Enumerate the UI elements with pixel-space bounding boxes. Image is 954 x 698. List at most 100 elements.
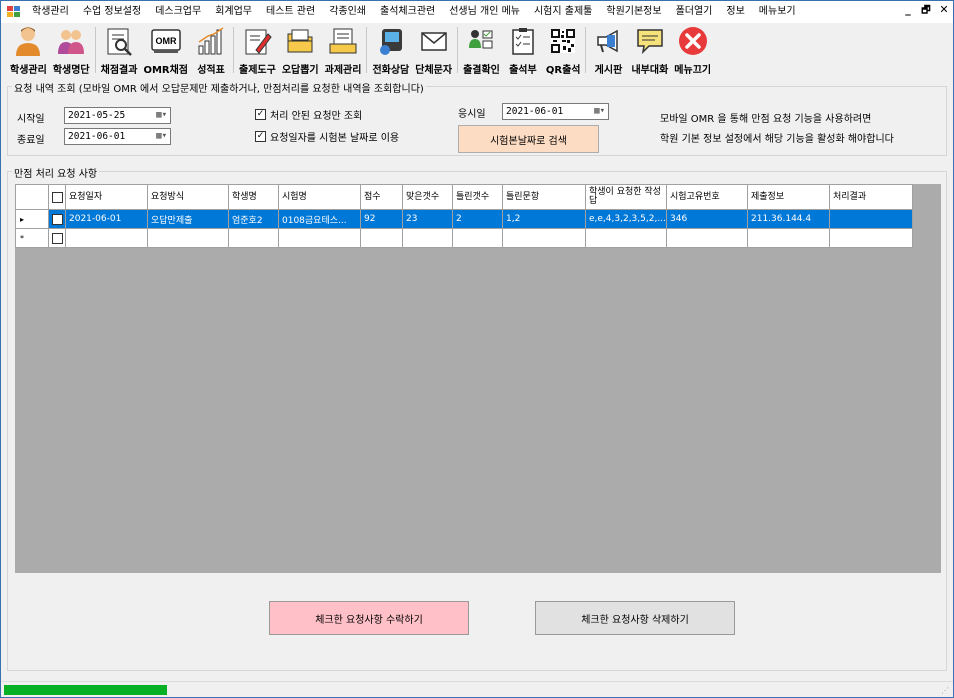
column-header[interactable]: 학생명 — [228, 184, 279, 210]
empty-cell[interactable] — [585, 228, 667, 248]
folder-icon — [283, 25, 317, 57]
tool-omr-grading[interactable]: OMR OMR채점 — [140, 23, 191, 77]
close-button[interactable]: ✕ — [939, 3, 949, 20]
empty-cell[interactable] — [747, 228, 830, 248]
checkbox-box[interactable]: ✓ — [255, 109, 266, 120]
row-header[interactable]: * — [15, 228, 49, 248]
checkbox-box[interactable] — [52, 191, 63, 203]
column-header[interactable]: 맞은갯수 — [402, 184, 453, 210]
menu-class-settings[interactable]: 수업 정보설정 — [76, 1, 148, 23]
menu-attendance[interactable]: 출석체크관련 — [373, 1, 442, 23]
tool-label: 단체문자 — [415, 65, 453, 76]
menu-view[interactable]: 메뉴보기 — [752, 1, 803, 23]
cell-wrong-count[interactable]: 2 — [452, 209, 503, 229]
cell-student[interactable]: 엄준호2 — [228, 209, 279, 229]
menu-print[interactable]: 각종인쇄 — [322, 1, 373, 23]
empty-cell[interactable] — [829, 228, 913, 248]
calendar-dropdown-icon[interactable]: ▦▾ — [156, 131, 167, 141]
column-header[interactable]: 시험명 — [278, 184, 361, 210]
checkbox-label: 처리 안된 요청만 조회 — [270, 111, 363, 122]
calendar-dropdown-icon[interactable]: ▦▾ — [156, 110, 167, 120]
select-all-checkbox-cell[interactable] — [48, 184, 66, 210]
exam-date-picker[interactable]: 2021-06-01 ▦▾ — [502, 103, 609, 120]
menu-teacher[interactable]: 선생님 개인 메뉴 — [442, 1, 527, 23]
menu-student[interactable]: 학생관리 — [25, 1, 76, 23]
menu-info[interactable]: 정보 — [719, 1, 751, 23]
menu-accounting[interactable]: 회계업무 — [208, 1, 259, 23]
empty-cell[interactable] — [402, 228, 453, 248]
empty-cell[interactable] — [502, 228, 586, 248]
menu-exam-tool[interactable]: 시험지 출제툴 — [527, 1, 599, 23]
tool-report-card[interactable]: 성적표 — [191, 23, 231, 77]
tool-roll-book[interactable]: 출석부 — [503, 23, 543, 77]
column-header[interactable]: 틀린갯수 — [452, 184, 503, 210]
row-checkbox-cell[interactable] — [48, 209, 66, 229]
delete-checked-button[interactable]: 체크한 요청사항 삭제하기 — [535, 601, 735, 635]
cell-exam-name[interactable]: 0108금요테스... — [278, 209, 361, 229]
use-request-date-checkbox[interactable]: ✓ 요청일자를 시험본 날짜로 이용 — [255, 129, 399, 144]
tool-student-manage[interactable]: 학생관리 — [7, 23, 50, 77]
column-header[interactable]: 처리결과 — [829, 184, 913, 210]
menu-open-folder[interactable]: 폴더열기 — [669, 1, 720, 23]
resize-grip-icon[interactable]: ⋰ — [941, 686, 949, 695]
cell-correct-count[interactable]: 23 — [402, 209, 453, 229]
empty-cell[interactable] — [666, 228, 748, 248]
column-header[interactable]: 점수 — [360, 184, 403, 210]
column-header[interactable]: 학생이 요청한 작성 답 — [585, 184, 667, 210]
checkbox-box[interactable] — [52, 232, 63, 244]
cell-student-answers[interactable]: e,e,4,3,2,3,5,2,... — [585, 209, 667, 229]
column-header[interactable]: 요청일자 — [65, 184, 148, 210]
restore-button[interactable]: 🗗 — [921, 3, 931, 20]
clipboard-icon — [506, 25, 540, 57]
cell-wrong-items[interactable]: 1,2 — [502, 209, 586, 229]
minimize-button[interactable]: _ — [903, 3, 913, 20]
cell-request-method[interactable]: 오답만제출 — [147, 209, 229, 229]
empty-cell[interactable] — [228, 228, 279, 248]
menu-test[interactable]: 테스트 관련 — [259, 1, 322, 23]
new-table-row[interactable]: * — [15, 228, 913, 248]
tool-homework[interactable]: 과제관리 — [322, 23, 365, 77]
menu-academy-info[interactable]: 학원기본정보 — [599, 1, 668, 23]
row-checkbox-cell[interactable] — [48, 228, 66, 248]
empty-cell[interactable] — [278, 228, 361, 248]
column-header[interactable]: 시험고유번호 — [666, 184, 748, 210]
empty-cell[interactable] — [65, 228, 148, 248]
tool-grading-result[interactable]: 채점결과 — [98, 23, 141, 77]
cell-request-date[interactable]: 2021-06-01 — [65, 209, 148, 229]
empty-cell[interactable] — [360, 228, 403, 248]
checkbox-box[interactable] — [52, 213, 63, 225]
tool-student-list[interactable]: 학생명단 — [50, 23, 93, 77]
search-by-exam-date-button[interactable]: 시험본날짜로 검색 — [458, 125, 599, 153]
calendar-dropdown-icon[interactable]: ▦▾ — [594, 106, 605, 116]
requests-grid[interactable]: 요청일자 요청방식 학생명 시험명 점수 맞은갯수 틀린갯수 틀린문항 학생이 … — [15, 184, 941, 573]
cell-submit-info[interactable]: 211.36.144.4 — [747, 209, 830, 229]
tool-board[interactable]: 게시판 — [588, 23, 628, 77]
tool-attendance-check[interactable]: 출결확인 — [460, 23, 503, 77]
status-bar: ⋰ — [1, 681, 953, 697]
end-date-picker[interactable]: 2021-06-01 ▦▾ — [64, 128, 171, 145]
column-header[interactable]: 틀린문항 — [502, 184, 586, 210]
empty-cell[interactable] — [147, 228, 229, 248]
table-row[interactable]: ▸ 2021-06-01 오답만제출 엄준호2 0108금요테스... 92 2… — [15, 209, 913, 229]
accept-checked-button[interactable]: 체크한 요청사항 수락하기 — [269, 601, 469, 635]
tool-internal-chat[interactable]: 내부대화 — [628, 23, 671, 77]
unprocessed-only-checkbox[interactable]: ✓ 처리 안된 요청만 조회 — [255, 107, 362, 122]
cell-exam-id[interactable]: 346 — [666, 209, 748, 229]
column-header[interactable]: 제출정보 — [747, 184, 830, 210]
tool-group-sms[interactable]: 단체문자 — [412, 23, 455, 77]
empty-cell[interactable] — [452, 228, 503, 248]
cell-score[interactable]: 92 — [360, 209, 403, 229]
column-header[interactable]: 요청방식 — [147, 184, 229, 210]
tool-phone-consult[interactable]: 전화상담 — [369, 23, 412, 77]
menu-desk[interactable]: 데스크업무 — [148, 1, 208, 23]
tool-qr-attendance[interactable]: QR출석 — [543, 23, 584, 77]
tool-wrong-answers[interactable]: 오답뽑기 — [279, 23, 322, 77]
checkbox-box[interactable]: ✓ — [255, 131, 266, 142]
row-header[interactable]: ▸ — [15, 209, 49, 229]
cell-result[interactable] — [829, 209, 913, 229]
start-date-picker[interactable]: 2021-05-25 ▦▾ — [64, 107, 171, 124]
tool-label: 학생관리 — [10, 65, 47, 76]
grading-result-icon — [102, 25, 136, 57]
tool-close-menu[interactable]: 메뉴끄기 — [671, 23, 714, 77]
tool-exam-builder[interactable]: 출제도구 — [236, 23, 279, 77]
